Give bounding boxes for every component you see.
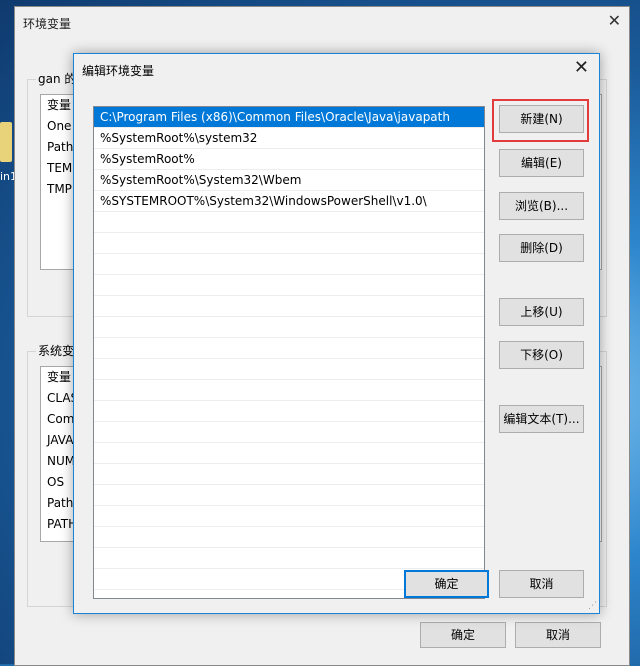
close-icon[interactable]: ✕: [574, 57, 589, 78]
empty-row: [94, 212, 484, 233]
edit-environment-variable-dialog: 编辑环境变量 ✕ C:\Program Files (x86)\Common F…: [73, 53, 600, 614]
empty-row: [94, 464, 484, 485]
empty-row: [94, 275, 484, 296]
path-entry[interactable]: C:\Program Files (x86)\Common Files\Orac…: [94, 107, 484, 128]
edit-text-button[interactable]: 编辑文本(T)...: [499, 405, 584, 433]
empty-row: [94, 359, 484, 380]
cancel-button[interactable]: 取消: [499, 570, 584, 598]
empty-row: [94, 254, 484, 275]
empty-row: [94, 527, 484, 548]
empty-row: [94, 338, 484, 359]
empty-row: [94, 317, 484, 338]
ok-button[interactable]: 确定: [404, 570, 489, 598]
empty-row: [94, 296, 484, 317]
resize-grip-icon[interactable]: ⋰: [588, 601, 597, 611]
path-entry[interactable]: %SystemRoot%: [94, 149, 484, 170]
bg-ok-button[interactable]: 确定: [420, 622, 506, 648]
empty-row: [94, 548, 484, 569]
empty-row: [94, 380, 484, 401]
close-icon[interactable]: ✕: [608, 11, 621, 30]
browse-button[interactable]: 浏览(B)...: [499, 192, 584, 220]
path-entry[interactable]: %SYSTEMROOT%\System32\WindowsPowerShell\…: [94, 191, 484, 212]
move-up-button[interactable]: 上移(U): [499, 298, 584, 326]
empty-row: [94, 401, 484, 422]
delete-button[interactable]: 删除(D): [499, 234, 584, 262]
empty-row: [94, 443, 484, 464]
empty-row: [94, 422, 484, 443]
move-down-button[interactable]: 下移(O): [499, 341, 584, 369]
dialog-title: 编辑环境变量: [82, 64, 155, 78]
empty-row: [94, 485, 484, 506]
path-entries-list[interactable]: C:\Program Files (x86)\Common Files\Orac…: [93, 106, 485, 599]
bg-cancel-button[interactable]: 取消: [515, 622, 601, 648]
new-button[interactable]: 新建(N): [499, 105, 584, 133]
system-variables-label: 系统变: [36, 342, 77, 359]
empty-row: [94, 233, 484, 254]
window-title: 环境变量: [23, 17, 72, 31]
empty-row: [94, 506, 484, 527]
edit-button[interactable]: 编辑(E): [499, 149, 584, 177]
path-entry[interactable]: %SystemRoot%\System32\Wbem: [94, 170, 484, 191]
desktop-folder-icon[interactable]: [0, 122, 12, 162]
path-entry[interactable]: %SystemRoot%\system32: [94, 128, 484, 149]
